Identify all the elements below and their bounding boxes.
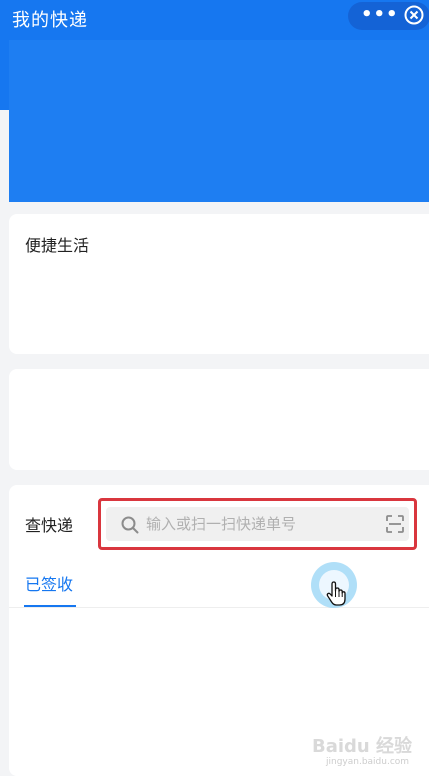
search-highlight-box: [98, 498, 417, 550]
scan-icon[interactable]: [385, 514, 405, 534]
search-icon: [121, 516, 139, 534]
empty-card: [9, 369, 429, 470]
app-page: 我的快递 ••• 便捷生活 查快递 输入或扫一扫快递单号 已签收 Baidu 经…: [0, 0, 429, 776]
close-circle-icon[interactable]: [404, 5, 424, 25]
life-card: 便捷生活: [9, 214, 429, 354]
banner: [9, 40, 429, 202]
hand-cursor-icon: [326, 581, 346, 606]
more-dots-icon[interactable]: •••: [361, 6, 399, 24]
tracking-number-input[interactable]: [146, 507, 366, 541]
watermark-url: jingyan.baidu.com: [326, 757, 410, 767]
page-title: 我的快递: [12, 10, 88, 31]
search-bar[interactable]: [106, 507, 409, 541]
life-card-title: 便捷生活: [25, 236, 90, 255]
tab-signed[interactable]: 已签收: [25, 571, 73, 595]
watermark-brand: Baidu 经验: [312, 736, 413, 757]
tabs-divider: [9, 607, 429, 608]
query-label: 查快递: [25, 516, 74, 535]
